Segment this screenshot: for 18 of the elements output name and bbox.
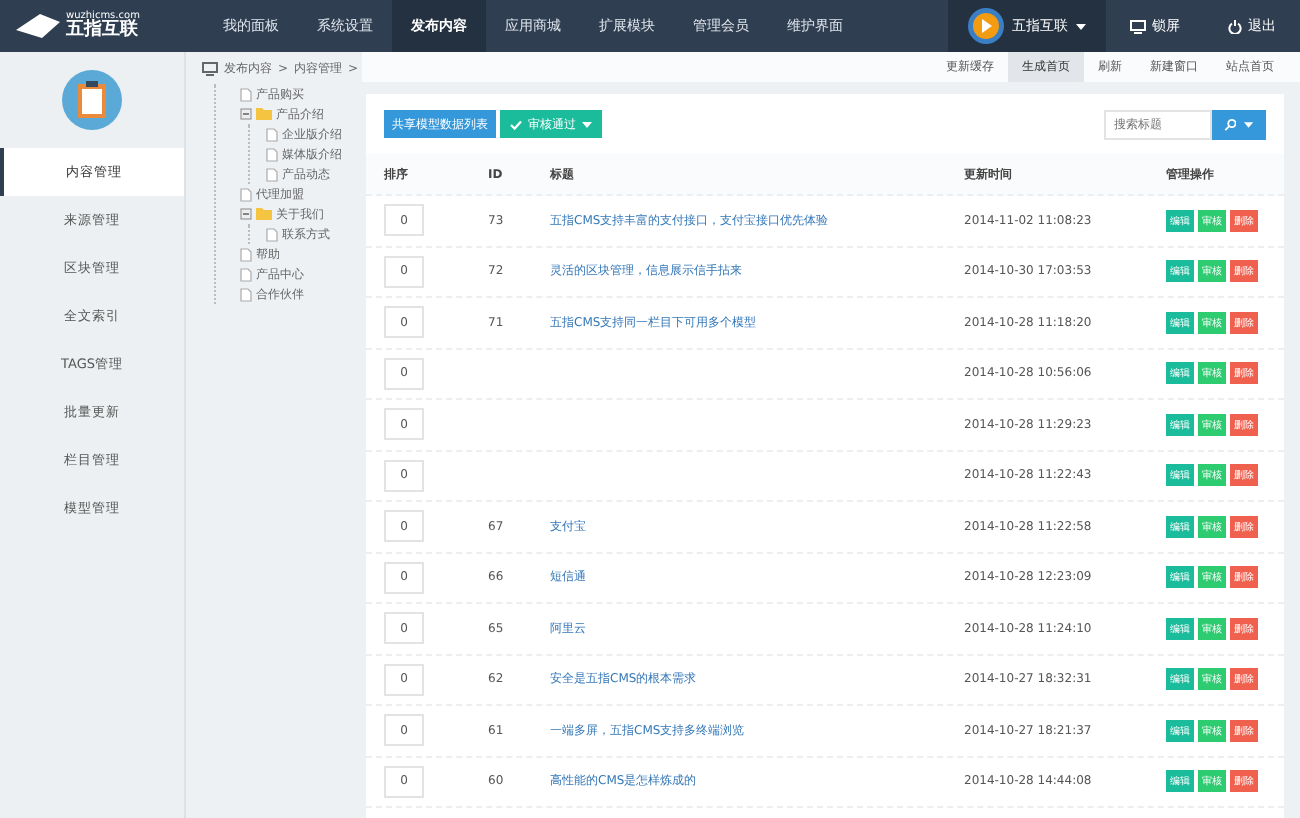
folder-icon [256, 208, 272, 220]
search-icon [1224, 117, 1237, 131]
collapse-icon[interactable] [240, 108, 252, 120]
logo-icon [16, 14, 60, 38]
caret-icon [582, 121, 592, 127]
collapse-icon[interactable] [240, 208, 252, 220]
document-icon [240, 87, 252, 101]
folder-icon [256, 108, 272, 120]
avatar-icon [968, 8, 1004, 44]
monitor-icon [202, 62, 218, 76]
caret-icon [1244, 121, 1254, 127]
check-icon [510, 119, 522, 129]
monitor-icon[interactable] [1130, 19, 1146, 33]
caret-icon[interactable] [1076, 23, 1086, 29]
power-icon[interactable] [1228, 19, 1242, 33]
clipboard-icon [62, 70, 122, 130]
search-button[interactable] [1212, 109, 1266, 139]
logo-text: 五指互联 [66, 22, 140, 40]
